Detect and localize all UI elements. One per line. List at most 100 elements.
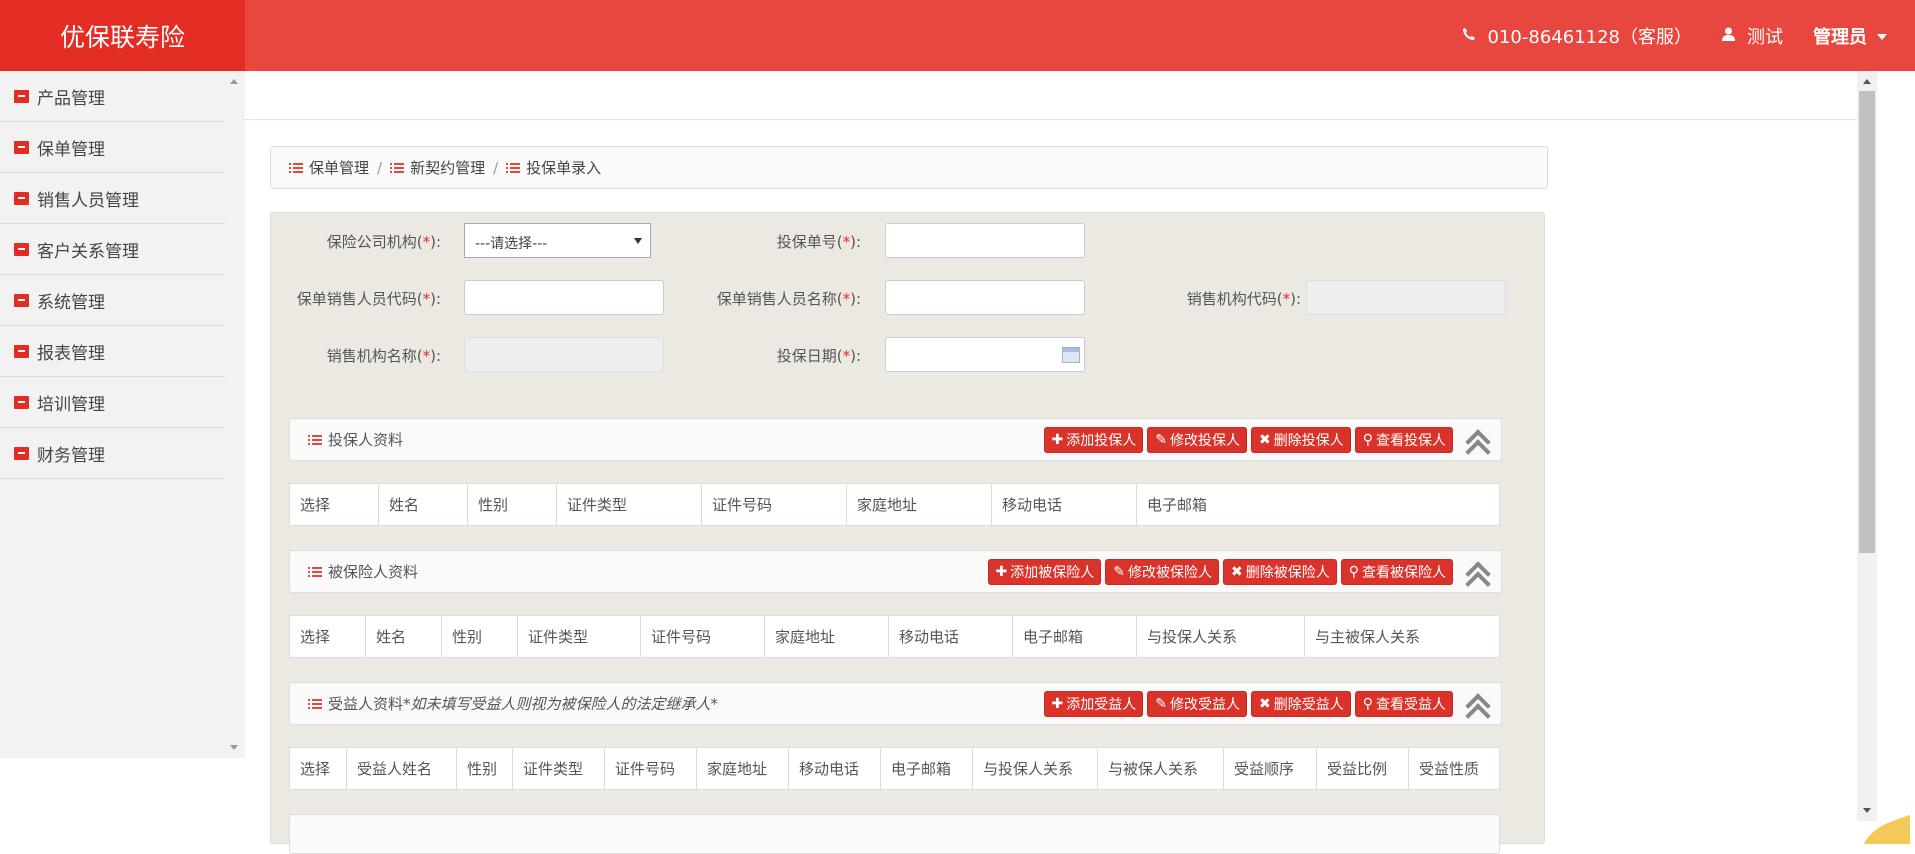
scroll-down-icon[interactable] — [230, 745, 238, 750]
beneficiary-section-header: 受益人资料 *如未填写受益人则视为被保险人的法定继承人* ✚ 添加受益人 ✎ 修改受… — [289, 682, 1502, 729]
edit-beneficiary-button[interactable]: ✎ 修改受益人 — [1147, 691, 1247, 717]
scroll-up-icon[interactable] — [1863, 79, 1871, 84]
sidebar-item-policy[interactable]: 保单管理 — [0, 122, 225, 173]
list-icon — [308, 434, 322, 446]
button-label: 删除受益人 — [1273, 697, 1344, 713]
policy-no-label: 投保单号(*): — [776, 233, 861, 251]
table-header-cell[interactable]: 受益顺序 — [1224, 748, 1317, 789]
delete-beneficiary-button[interactable]: ✖ 删除受益人 — [1251, 691, 1351, 717]
delete-insured-button[interactable]: ✖ 删除被保险人 — [1223, 559, 1337, 585]
sidebar-item-crm[interactable]: 客户关系管理 — [0, 224, 225, 275]
required-star: * — [422, 233, 431, 251]
org-name-input — [464, 337, 664, 372]
table-header-cell[interactable]: 与主被保人关系 — [1305, 616, 1499, 657]
table-header-cell[interactable]: 性别 — [468, 484, 557, 525]
phone-icon — [1462, 25, 1476, 46]
table-header-cell[interactable]: 电子邮箱 — [881, 748, 973, 789]
sales-name-input[interactable] — [885, 280, 1085, 315]
view-insured-button[interactable]: ⚲ 查看被保险人 — [1340, 559, 1453, 585]
section-title: 被保险人资料 — [290, 561, 418, 582]
sidebar-item-sales[interactable]: 销售人员管理 — [0, 173, 225, 224]
pencil-icon: ✎ — [1113, 564, 1125, 580]
scroll-up-icon[interactable] — [230, 79, 238, 84]
breadcrumb-label: 新契约管理 — [410, 159, 486, 177]
table-header-cell[interactable]: 证件号码 — [641, 616, 765, 657]
table-header-cell[interactable]: 移动电话 — [889, 616, 1013, 657]
required-star: * — [842, 233, 851, 251]
button-label: 修改受益人 — [1170, 697, 1240, 713]
add-insured-button[interactable]: ✚ 添加被保险人 — [987, 559, 1102, 585]
edit-applicant-button[interactable]: ✎ 修改投保人 — [1147, 427, 1247, 453]
table-header-cell[interactable]: 姓名 — [366, 616, 442, 657]
table-header-cell[interactable]: 移动电话 — [992, 484, 1137, 525]
table-header-cell[interactable]: 受益比例 — [1317, 748, 1409, 789]
sidebar-item-system[interactable]: 系统管理 — [0, 275, 225, 326]
calendar-icon[interactable] — [1062, 347, 1080, 363]
table-header-cell[interactable]: 电子邮箱 — [1137, 484, 1499, 525]
collapse-icon[interactable] — [1465, 557, 1491, 597]
breadcrumb-label: 投保单录入 — [526, 159, 602, 177]
button-label: 删除被保险人 — [1245, 565, 1330, 581]
table-header-cell[interactable]: 家庭地址 — [697, 748, 789, 789]
sidebar-item-label: 保单管理 — [37, 139, 105, 160]
label-text: 保单销售人员代码 — [296, 290, 417, 308]
table-header-cell[interactable]: 选择 — [290, 748, 347, 789]
main-scrollbar[interactable] — [1857, 71, 1877, 821]
folder-icon — [14, 140, 29, 154]
section-title-text: 被保险人资料 — [328, 563, 419, 581]
app-logo[interactable]: 优保联寿险 — [0, 0, 245, 71]
view-applicant-button[interactable]: ⚲ 查看投保人 — [1354, 427, 1453, 453]
collapse-icon[interactable] — [1465, 689, 1491, 729]
delete-applicant-button[interactable]: ✖ 删除投保人 — [1251, 427, 1351, 453]
user-info[interactable]: 测试 — [1722, 23, 1783, 49]
table-header-cell[interactable]: 受益人姓名 — [347, 748, 457, 789]
table-header-cell[interactable]: 证件类型 — [557, 484, 702, 525]
sales-code-input[interactable] — [464, 280, 664, 315]
sales-name-label: 保单销售人员名称(*): — [716, 290, 861, 308]
table-header-cell[interactable]: 证件类型 — [518, 616, 641, 657]
table-header-cell[interactable]: 家庭地址 — [765, 616, 889, 657]
role-dropdown[interactable]: 管理员 — [1813, 23, 1887, 49]
breadcrumb-item[interactable]: 保单管理 — [289, 157, 369, 178]
edit-insured-button[interactable]: ✎ 修改被保险人 — [1105, 559, 1219, 585]
table-header-cell[interactable]: 家庭地址 — [847, 484, 992, 525]
close-icon: ✖ — [1259, 696, 1271, 712]
sidebar-scrollbar[interactable] — [226, 71, 245, 758]
add-applicant-button[interactable]: ✚ 添加投保人 — [1043, 427, 1144, 453]
breadcrumb-item[interactable]: 新契约管理 — [390, 157, 485, 178]
beneficiary-buttons: ✚ 添加受益人 ✎ 修改受益人 ✖ 删除受益人 ⚲ 查看受益人 — [1040, 691, 1453, 717]
sidebar-item-report[interactable]: 报表管理 — [0, 326, 225, 377]
required-star: * — [1282, 290, 1291, 308]
table-header-cell[interactable]: 与投保人关系 — [1137, 616, 1305, 657]
plus-icon: ✚ — [1051, 432, 1064, 448]
company-select[interactable]: ---请选择--- — [464, 223, 651, 258]
folder-icon — [14, 191, 29, 205]
policy-no-input[interactable] — [885, 223, 1085, 258]
table-header-cell[interactable]: 与投保人关系 — [973, 748, 1098, 789]
add-beneficiary-button[interactable]: ✚ 添加受益人 — [1043, 691, 1144, 717]
table-header-cell[interactable]: 选择 — [290, 616, 366, 657]
sidebar-item-label: 财务管理 — [37, 445, 105, 466]
date-input[interactable] — [885, 337, 1085, 372]
table-header-cell[interactable]: 选择 — [290, 484, 379, 525]
beneficiary-note: *如未填写受益人则视为被保险人的法定继承人* — [403, 695, 719, 713]
table-header-cell[interactable]: 性别 — [457, 748, 513, 789]
table-header-cell[interactable]: 与被保人关系 — [1098, 748, 1224, 789]
sidebar-item-finance[interactable]: 财务管理 — [0, 428, 225, 479]
table-header-cell[interactable]: 受益性质 — [1409, 748, 1499, 789]
table-header-cell[interactable]: 证件号码 — [605, 748, 697, 789]
table-header-cell[interactable]: 证件号码 — [702, 484, 847, 525]
button-label: 添加投保人 — [1066, 433, 1137, 449]
table-header-cell[interactable]: 电子邮箱 — [1013, 616, 1137, 657]
divider — [245, 119, 1857, 120]
view-beneficiary-button[interactable]: ⚲ 查看受益人 — [1354, 691, 1453, 717]
label-text: 投保日期 — [776, 347, 837, 365]
sidebar-item-training[interactable]: 培训管理 — [0, 377, 225, 428]
table-header-cell[interactable]: 证件类型 — [513, 748, 605, 789]
table-header-cell[interactable]: 性别 — [442, 616, 518, 657]
table-header-cell[interactable]: 移动电话 — [789, 748, 881, 789]
scrollbar-thumb[interactable] — [1859, 91, 1875, 553]
sidebar-item-product[interactable]: 产品管理 — [0, 71, 225, 122]
collapse-icon[interactable] — [1465, 425, 1491, 465]
table-header-cell[interactable]: 姓名 — [379, 484, 468, 525]
